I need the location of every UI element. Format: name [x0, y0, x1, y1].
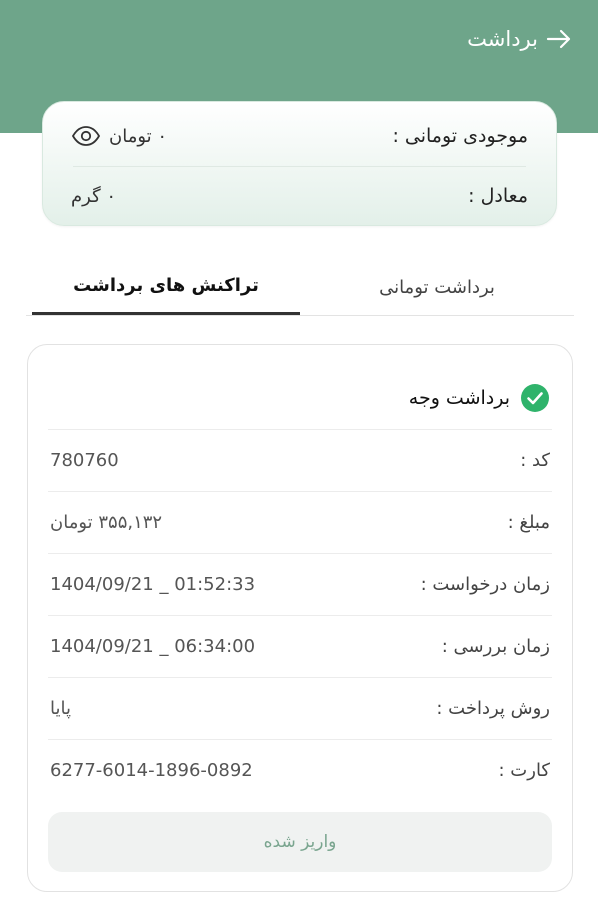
toman-balance-row: موجودی تومانی : ۰ تومان: [71, 122, 528, 150]
code-value: 780760: [50, 450, 119, 471]
toman-balance-value: ۰ تومان: [109, 125, 168, 147]
request-time-label: زمان درخواست :: [420, 574, 550, 595]
info-row-request-time: زمان درخواست : 1404/09/21 _ 01:52:33: [48, 553, 552, 615]
header-row: برداشت: [467, 26, 572, 52]
check-circle-icon: [520, 383, 550, 413]
info-row-amount: مبلغ : ۳۵۵,۱۳۲ تومان: [48, 491, 552, 553]
payment-method-label: روش پرداخت :: [436, 698, 550, 719]
arrow-right-icon[interactable]: [546, 26, 572, 52]
info-row-payment-method: روش پرداخت : پایا: [48, 677, 552, 739]
deposited-status-button[interactable]: واریز شده: [48, 812, 552, 872]
balance-divider: [73, 166, 526, 167]
card-value: 6277-6014-1896-0892: [50, 760, 253, 781]
equivalent-label: معادل :: [468, 185, 528, 207]
info-row-code: کد : 780760: [48, 429, 552, 491]
card-label: کارت :: [498, 760, 550, 781]
code-label: کد :: [520, 450, 550, 471]
amount-label: مبلغ :: [507, 512, 550, 533]
tab-toman-withdrawal[interactable]: برداشت تومانی: [300, 258, 574, 316]
status-text: برداشت وجه: [408, 387, 510, 409]
review-time-value: 1404/09/21 _ 06:34:00: [50, 636, 256, 657]
balance-card: موجودی تومانی : ۰ تومان معادل : ۰ گرم: [42, 101, 557, 226]
tabs: برداشت تومانی تراکنش های برداشت: [26, 258, 574, 316]
equivalent-row: معادل : ۰ گرم: [71, 182, 528, 210]
info-row-card: کارت : 6277-6014-1896-0892: [48, 739, 552, 801]
request-time-value: 1404/09/21 _ 01:52:33: [50, 574, 256, 595]
amount-value: ۳۵۵,۱۳۲ تومان: [50, 512, 163, 533]
transaction-card: برداشت وجه کد : 780760 مبلغ : ۳۵۵,۱۳۲ تو…: [27, 344, 573, 892]
transaction-status: برداشت وجه: [409, 383, 550, 413]
eye-icon[interactable]: [71, 125, 101, 147]
toman-balance-value-group: ۰ تومان: [71, 125, 167, 147]
page-title: برداشت: [467, 27, 538, 51]
toman-balance-label: موجودی تومانی :: [392, 125, 528, 147]
tab-withdrawal-transactions[interactable]: تراکنش های برداشت: [32, 258, 300, 315]
info-row-review-time: زمان بررسی : 1404/09/21 _ 06:34:00: [48, 615, 552, 677]
payment-method-value: پایا: [50, 698, 71, 719]
review-time-label: زمان بررسی :: [441, 636, 550, 657]
equivalent-value: ۰ گرم: [71, 185, 117, 207]
